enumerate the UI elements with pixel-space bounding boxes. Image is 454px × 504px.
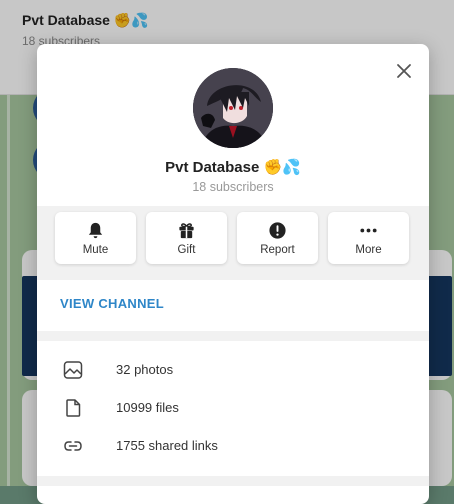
close-icon[interactable]	[395, 62, 413, 80]
channel-info-dialog: Pvt Database ✊💦 18 subscribers Mute Gift	[37, 44, 429, 504]
gift-label: Gift	[177, 244, 196, 256]
media-row-files[interactable]: 10999 files	[37, 389, 429, 427]
channel-title: Pvt Database ✊💦	[37, 158, 429, 176]
bell-icon	[88, 222, 103, 239]
alert-icon	[269, 222, 286, 239]
photos-count: 32 photos	[116, 362, 174, 377]
report-button[interactable]: Report	[237, 212, 318, 264]
report-label: Report	[260, 244, 295, 256]
file-icon	[66, 399, 81, 417]
more-label: More	[355, 244, 382, 256]
links-count: 1755 shared links	[116, 438, 218, 453]
link-icon	[64, 441, 82, 451]
files-count: 10999 files	[116, 400, 179, 415]
subscriber-count: 18 subscribers	[192, 180, 274, 194]
mute-button[interactable]: Mute	[55, 212, 136, 264]
channel-avatar[interactable]	[193, 68, 273, 148]
gift-button[interactable]: Gift	[146, 212, 227, 264]
channel-title-emoji: ✊💦	[263, 159, 301, 176]
more-button[interactable]: More	[328, 212, 409, 264]
media-row-photos[interactable]: 32 photos	[37, 351, 429, 389]
photo-icon	[63, 361, 83, 379]
gift-icon	[179, 223, 194, 239]
section-divider	[37, 476, 429, 486]
channel-title-text: Pvt Database	[165, 159, 260, 176]
media-row-links[interactable]: 1755 shared links	[37, 427, 429, 465]
view-channel-button[interactable]: VIEW CHANNEL	[60, 296, 164, 311]
action-buttons: Mute Gift Report More	[55, 212, 411, 264]
more-dots-icon	[360, 228, 377, 233]
mute-label: Mute	[82, 244, 109, 256]
section-divider	[37, 331, 429, 341]
